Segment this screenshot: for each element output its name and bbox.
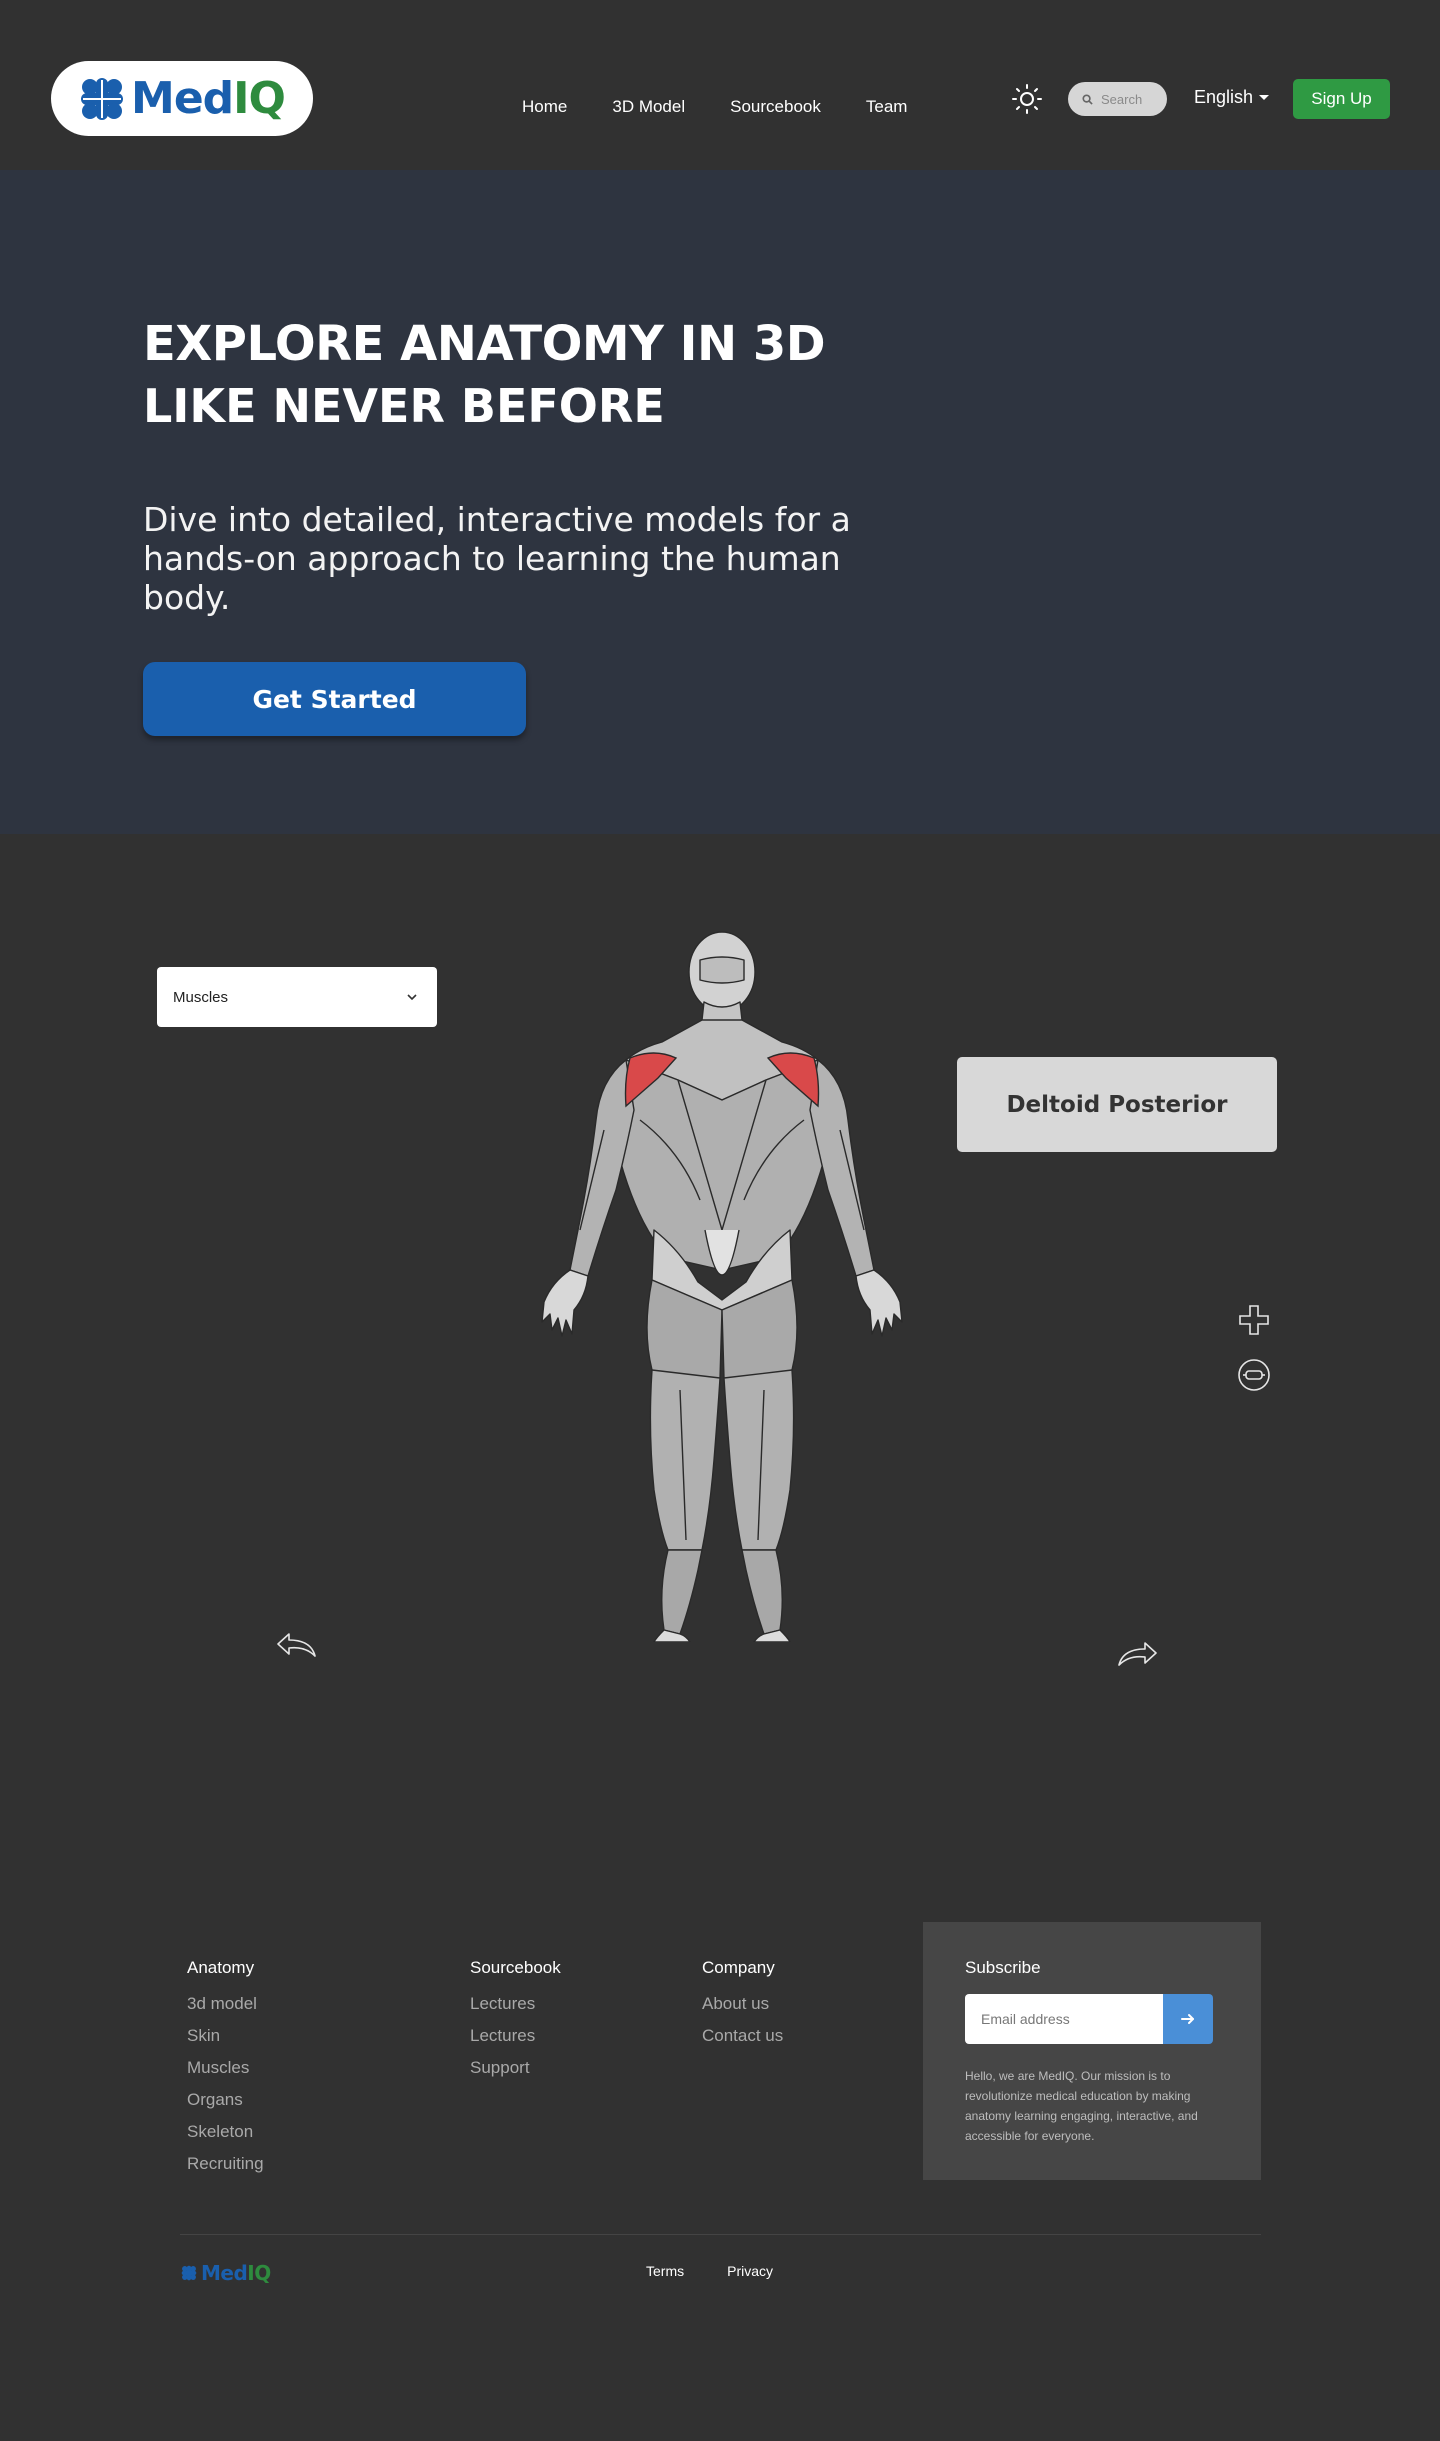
anatomy-body-model[interactable] [530,930,910,1642]
reset-view-icon[interactable] [1237,1358,1271,1392]
rotate-right-icon[interactable] [1115,1639,1159,1673]
footer-heading: Anatomy [187,1958,255,1977]
footer-divider [180,2234,1261,2235]
chevron-down-icon [407,994,417,1001]
arrow-right-icon [1181,2014,1194,2024]
zoom-in-icon[interactable] [1237,1303,1271,1337]
main-nav: Home 3D Model Sourcebook Team [522,97,907,117]
hero-title: EXPLORE ANATOMY IN 3D [143,316,826,372]
brand-logo-text: MedIQ [131,72,286,124]
nav-link-home[interactable]: Home [522,97,567,117]
footer-link-contact-us[interactable]: Contact us [702,2026,783,2045]
subscribe-heading: Subscribe [965,1958,1041,1977]
footer-logo-text: MedIQ [201,2261,271,2285]
footer-link-lectures[interactable]: Lectures [470,1994,561,2013]
rotate-left-icon[interactable] [275,1630,319,1664]
terms-link[interactable]: Terms [646,2263,684,2279]
footer-link-skeleton[interactable]: Skeleton [187,2122,264,2141]
nav-link-team[interactable]: Team [866,97,908,117]
selected-muscle-name: Deltoid Posterior [1006,1091,1228,1118]
footer-column-company: Company About us Contact us [702,1958,783,2058]
get-started-button[interactable]: Get Started [143,662,526,736]
footer-link-muscles[interactable]: Muscles [187,2058,264,2077]
subscribe-panel: Subscribe Hello, we are MedIQ. Our missi… [923,1922,1261,2180]
nav-link-3d-model[interactable]: 3D Model [612,97,685,117]
footer-link-recruiting[interactable]: Recruiting [187,2154,264,2173]
privacy-link[interactable]: Privacy [727,2263,773,2279]
footer-column-sourcebook: Sourcebook Lectures Lectures Support [470,1958,561,2090]
sun-icon[interactable] [1011,83,1043,115]
email-input[interactable] [965,1994,1163,2044]
selected-muscle-card: Deltoid Posterior [957,1057,1277,1152]
legal-links: Terms Privacy [646,2263,773,2279]
footer-column-anatomy: Anatomy 3d model Skin Muscles Organs Ske… [187,1958,264,2186]
footer-logo[interactable]: MedIQ [181,2261,271,2285]
search-bar [1068,82,1167,116]
sign-up-button[interactable]: Sign Up [1293,79,1390,119]
footer-heading: Company [702,1958,775,1977]
language-dropdown[interactable]: English [1194,87,1270,108]
brand-logo[interactable]: MedIQ [51,61,313,136]
nav-link-sourcebook[interactable]: Sourcebook [730,97,821,117]
footer-heading: Sourcebook [470,1958,561,1977]
language-label: English [1194,87,1254,107]
footer-link-organs[interactable]: Organs [187,2090,264,2109]
subscribe-submit-button[interactable] [1163,1994,1213,2044]
medical-cross-logo-icon [181,2265,197,2281]
layer-select-value: Muscles [173,988,229,1006]
footer-link-3d-model[interactable]: 3d model [187,1994,264,2013]
hero-description: Dive into detailed, interactive models f… [143,500,851,617]
footer-link-skin[interactable]: Skin [187,2026,264,2045]
hero-subtitle: LIKE NEVER BEFORE [143,379,665,433]
footer-link-about-us[interactable]: About us [702,1994,783,2013]
email-form [965,1994,1215,2044]
caret-down-icon [1259,95,1270,100]
subscribe-description: Hello, we are MedIQ. Our mission is to r… [965,2069,1198,2143]
search-input[interactable] [1101,91,1161,107]
hero-section: EXPLORE ANATOMY IN 3D LIKE NEVER BEFORE … [0,170,1440,834]
medical-cross-logo-icon [81,77,124,120]
footer-link-lectures[interactable]: Lectures [470,2026,561,2045]
footer-link-support[interactable]: Support [470,2058,561,2077]
top-navbar: MedIQ Home 3D Model Sourcebook Team Engl… [0,0,1440,170]
search-icon [1082,93,1093,105]
layer-select[interactable]: Muscles [157,967,437,1027]
